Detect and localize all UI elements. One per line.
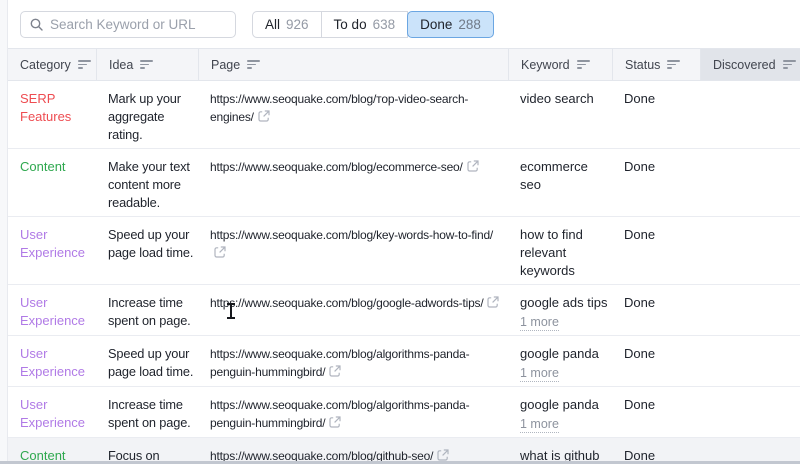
discovered-cell	[700, 285, 800, 335]
status-cell: Done	[612, 149, 700, 216]
toolbar: All 926 To do 638 Done 288	[8, 0, 800, 48]
external-link-icon[interactable]	[214, 245, 226, 263]
table-row: User Experience Speed up your page load …	[8, 336, 800, 387]
status-cell: Done	[612, 387, 700, 437]
category-cell: SERP Features	[8, 81, 96, 148]
table-row: User Experience Increase time spent on p…	[8, 387, 800, 438]
keyword-cell: google panda1 more	[508, 336, 612, 386]
filter-todo-label: To do	[334, 17, 367, 32]
page-cell: https://www.seoquake.com/blog/algorithms…	[198, 387, 508, 437]
status-cell: Done	[612, 81, 700, 148]
left-gutter	[0, 0, 8, 464]
category-cell: User Experience	[8, 336, 96, 386]
search-icon	[30, 18, 43, 31]
table-row: User Experience Increase time spent on p…	[8, 285, 800, 336]
sort-filter-icon[interactable]	[783, 60, 796, 69]
filter-all[interactable]: All 926	[252, 11, 322, 38]
column-label: Status	[625, 58, 660, 72]
discovered-cell	[700, 217, 800, 284]
category-cell: User Experience	[8, 285, 96, 335]
column-label: Discovered	[713, 58, 776, 72]
table-row: Content Make your text content more read…	[8, 149, 800, 217]
column-header-discovered[interactable]: Discovered	[700, 49, 800, 80]
status-cell: Done	[612, 217, 700, 284]
column-header-keyword[interactable]: Keyword	[508, 49, 612, 80]
column-header-category[interactable]: Category	[8, 49, 96, 80]
discovered-cell	[700, 149, 800, 216]
idea-cell: Make your text content more readable.	[96, 149, 198, 216]
idea-cell: Mark up your aggregate rating.	[96, 81, 198, 148]
sort-filter-icon[interactable]	[667, 60, 680, 69]
sort-filter-icon[interactable]	[577, 60, 590, 69]
filter-done[interactable]: Done 288	[407, 11, 494, 38]
category-cell: Content	[8, 149, 96, 216]
sort-filter-icon[interactable]	[247, 60, 260, 69]
status-cell: Done	[612, 285, 700, 335]
table-row: SERP Features Mark up your aggregate rat…	[8, 81, 800, 149]
search-input[interactable]	[50, 17, 226, 32]
column-label: Page	[211, 58, 240, 72]
keyword-cell: ecommerce seo	[508, 149, 612, 216]
page-cell: https://www.seoquake.com/blog/algorithms…	[198, 336, 508, 386]
page-url-link[interactable]: https://www.seoquake.com/blog/тop-video-…	[210, 92, 468, 124]
table-row: User Experience Speed up your page load …	[8, 217, 800, 285]
column-label: Idea	[109, 58, 133, 72]
more-keywords-link[interactable]: 1 more	[520, 366, 559, 382]
idea-cell: Increase time spent on page.	[96, 387, 198, 437]
table-header: Category Idea Page Keyword Status Discov…	[8, 49, 800, 81]
page-cell: https://www.seoquake.com/blog/тop-video-…	[198, 81, 508, 148]
page-url-link[interactable]: https://www.seoquake.com/blog/google-adw…	[210, 296, 483, 310]
column-header-status[interactable]: Status	[612, 49, 700, 80]
page-url-link[interactable]: https://www.seoquake.com/blog/key-words-…	[210, 228, 493, 242]
keyword-cell: video search	[508, 81, 612, 148]
column-header-idea[interactable]: Idea	[96, 49, 198, 80]
external-link-icon[interactable]	[258, 109, 270, 127]
category-cell: User Experience	[8, 217, 96, 284]
discovered-cell	[700, 81, 800, 148]
ideas-table: Category Idea Page Keyword Status Discov…	[8, 48, 800, 464]
external-link-icon[interactable]	[487, 295, 499, 313]
column-label: Keyword	[521, 58, 570, 72]
status-filter-group: All 926 To do 638 Done 288	[252, 11, 494, 38]
category-cell: User Experience	[8, 387, 96, 437]
idea-cell: Increase time spent on page.	[96, 285, 198, 335]
keyword-cell: how to find relevant keywords	[508, 217, 612, 284]
discovered-cell	[700, 387, 800, 437]
text-cursor	[230, 303, 232, 319]
keyword-cell: google ads tips1 more	[508, 285, 612, 335]
sort-filter-icon[interactable]	[140, 60, 153, 69]
more-keywords-link[interactable]: 1 more	[520, 417, 559, 433]
external-link-icon[interactable]	[329, 415, 341, 433]
external-link-icon[interactable]	[467, 159, 479, 177]
page-cell: https://www.seoquake.com/blog/google-adw…	[198, 285, 508, 335]
status-cell: Done	[612, 336, 700, 386]
seo-ideas-panel: All 926 To do 638 Done 288 Category Idea	[0, 0, 800, 464]
search-box[interactable]	[20, 11, 236, 38]
page-cell: https://www.seoquake.com/blog/ecommerce-…	[198, 149, 508, 216]
filter-todo[interactable]: To do 638	[321, 11, 409, 38]
idea-cell: Speed up your page load time.	[96, 217, 198, 284]
filter-done-count: 288	[458, 17, 481, 32]
keyword-cell: google panda1 more	[508, 387, 612, 437]
column-label: Category	[20, 58, 71, 72]
filter-all-label: All	[265, 17, 280, 32]
page-url-link[interactable]: https://www.seoquake.com/blog/ecommerce-…	[210, 160, 463, 174]
external-link-icon[interactable]	[329, 364, 341, 382]
more-keywords-link[interactable]: 1 more	[520, 315, 559, 331]
idea-cell: Speed up your page load time.	[96, 336, 198, 386]
filter-all-count: 926	[286, 17, 309, 32]
sort-filter-icon[interactable]	[78, 60, 91, 69]
column-header-page[interactable]: Page	[198, 49, 508, 80]
filter-done-label: Done	[420, 17, 452, 32]
filter-todo-count: 638	[373, 17, 396, 32]
discovered-cell	[700, 336, 800, 386]
page-cell: https://www.seoquake.com/blog/key-words-…	[198, 217, 508, 284]
